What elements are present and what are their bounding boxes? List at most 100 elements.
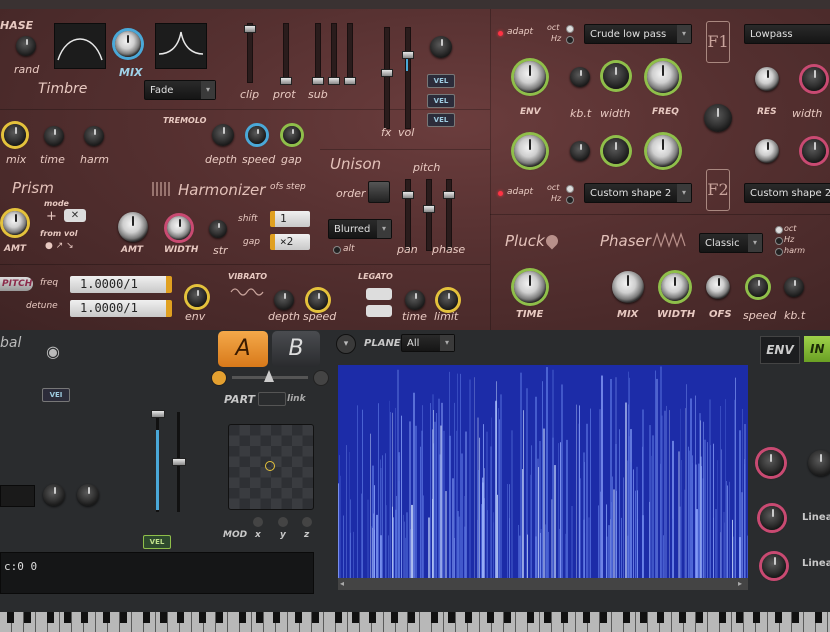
clip-fader-handle[interactable] [244,25,256,33]
filter2-kbt-knob[interactable] [570,141,590,161]
filter2-oct-radio[interactable] [566,185,574,193]
env-knob-2[interactable] [808,450,830,476]
vel-small-button[interactable]: VEI [42,388,70,402]
filter2-freq-knob[interactable] [647,135,679,167]
legato-time-knob[interactable] [405,290,425,310]
env-knob-3[interactable] [760,506,784,530]
tab-a[interactable]: A [218,331,268,367]
detune-field[interactable]: 1.0000/1 [70,300,172,317]
phaser-speed-knob[interactable] [748,277,768,297]
plus-icon[interactable]: + [46,210,57,223]
unison-phase-handle[interactable] [443,191,455,199]
vel-button-2[interactable]: VEL [427,94,455,108]
part-link-toggle[interactable] [258,392,286,406]
tremolo-speed-knob[interactable] [248,126,266,144]
filter2-env-knob[interactable] [514,135,546,167]
vel-button-3[interactable]: VEL [427,113,455,127]
prot-fader[interactable] [283,23,289,83]
tab-b[interactable]: B [272,331,320,367]
scroll-left-icon[interactable]: ◂ [340,579,344,588]
bottom-knob-1[interactable] [43,484,65,506]
timbre-mode-dropdown[interactable]: Fade ▾ [144,80,216,100]
unison-pitch-fader[interactable] [426,179,432,251]
prot-fader-handle[interactable] [280,77,292,85]
vel-badge[interactable]: VEL [143,535,171,549]
tremolo-depth-knob[interactable] [212,124,234,146]
unison-mode-dropdown[interactable]: Blurred ▾ [328,219,392,239]
sub-fader-2-handle[interactable] [328,77,340,85]
sub-fader-3[interactable] [347,23,353,83]
sub-fader-3-handle[interactable] [344,77,356,85]
plane-dropdown[interactable]: All ▾ [401,334,455,352]
legato-toggle-2[interactable] [366,305,392,317]
chevron-down-icon[interactable]: ▾ [336,334,356,354]
filter-link-knob[interactable] [704,104,732,132]
tremolo-gap-knob[interactable] [283,126,301,144]
env-knob-1[interactable] [758,450,784,476]
sub-fader-1-handle[interactable] [312,77,324,85]
phaser-width-knob[interactable] [661,273,689,301]
filter1-kbt-knob[interactable] [570,67,590,87]
pitch-badge[interactable]: PITCH [0,277,33,291]
ab-left-toggle[interactable] [211,370,227,386]
filter2-shape-dropdown[interactable]: Custom shape 2 ▾ [584,183,692,203]
vel-fader-handle[interactable] [151,410,165,418]
filter2-type-dropdown[interactable]: Custom shape 2 [744,183,830,203]
vel-button-1[interactable]: VEL [427,74,455,88]
filter1-badge[interactable]: F1 [706,21,730,63]
harmonizer-width-knob[interactable] [167,216,191,240]
readout-box[interactable] [0,552,314,594]
unison-pan-handle[interactable] [402,191,414,199]
harmonizer-shift-field[interactable]: 1 [270,211,310,227]
prism-amt-knob[interactable] [3,211,27,235]
scroll-right-icon[interactable]: ▸ [738,579,742,588]
left-dropdown[interactable] [0,485,35,507]
pitch-env-knob[interactable] [187,287,207,307]
phaser-harm-radio[interactable] [775,248,783,256]
filter1-adapt-led[interactable] [498,31,503,36]
ab-right-toggle[interactable] [313,370,329,386]
piano-keyboard[interactable] [0,612,830,632]
timbre-mix2-knob[interactable] [4,124,26,146]
phaser-hz-radio[interactable] [775,237,783,245]
tab-in[interactable]: IN [804,336,830,362]
timbre-time-knob[interactable] [44,126,64,146]
harmonizer-str-knob[interactable] [209,220,227,238]
mod-x-knob[interactable] [253,517,263,527]
filter1-hz-radio[interactable] [566,36,574,44]
vol-fader[interactable] [405,27,411,129]
filter1-type-dropdown[interactable]: Lowpass [744,24,830,44]
env-knob-4[interactable] [762,554,786,578]
filter1-width-knob[interactable] [603,63,629,89]
filter1-oct-radio[interactable] [566,25,574,33]
spectrogram-display[interactable] [338,365,748,578]
filter1-width2-knob[interactable] [802,67,826,91]
phaser-mix-knob[interactable] [612,271,644,303]
phaser-oct-radio[interactable] [775,226,783,234]
filter2-width2-knob[interactable] [802,139,826,163]
harmonizer-gap-field[interactable]: ×2 [270,234,310,250]
filter2-hz-radio[interactable] [566,196,574,204]
mod-fader-handle[interactable] [172,458,186,466]
filter2-adapt-led[interactable] [498,191,503,196]
vibrato-depth-knob[interactable] [274,290,294,310]
timbre-mix-knob[interactable] [115,31,141,57]
filter1-env-knob[interactable] [514,61,546,93]
phaser-kbt-knob[interactable] [784,277,804,297]
timbre-harm-knob[interactable] [84,126,104,146]
filter2-badge[interactable]: F2 [706,169,730,211]
filter2-width-knob[interactable] [603,138,629,164]
phase-knob[interactable] [16,36,36,56]
xy-mod-pad[interactable] [228,424,314,510]
fx-fader-handle[interactable] [381,69,393,77]
unison-order-button[interactable] [368,181,390,203]
phaser-ofs-knob[interactable] [706,275,730,299]
filter2-res-knob[interactable] [755,139,779,163]
xy-pad-cursor[interactable] [265,461,275,471]
vol-fader-handle[interactable] [402,51,414,59]
eye-icon[interactable]: ◉ [46,342,60,361]
unison-pitch-handle[interactable] [423,205,435,213]
freq-field[interactable]: 1.0000/1 [70,276,172,293]
timbre-wave-display-a[interactable] [54,23,106,69]
fx-fader[interactable] [384,27,390,129]
